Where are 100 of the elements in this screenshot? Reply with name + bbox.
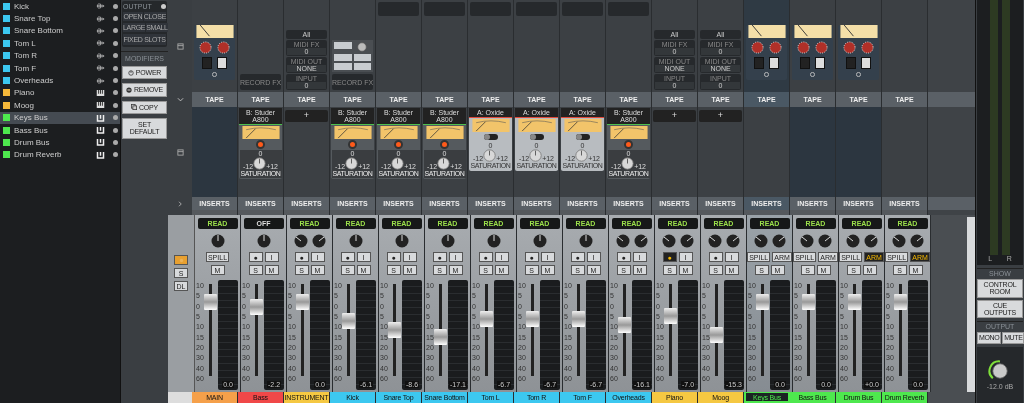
fader-thumb[interactable]: [618, 317, 631, 334]
gain-knob[interactable]: [751, 41, 764, 54]
fader-thumb[interactable]: [342, 312, 355, 329]
track-row[interactable]: Tom R: [0, 49, 120, 62]
saturation-knob[interactable]: [345, 157, 359, 170]
status-dot[interactable]: [113, 28, 118, 34]
toggle-switch[interactable]: [217, 57, 227, 69]
pan-knobs[interactable]: [439, 232, 456, 249]
knob-icon[interactable]: [357, 42, 368, 52]
track-row[interactable]: Keys Bus: [0, 111, 120, 124]
pan-knobs[interactable]: [798, 232, 833, 249]
track-row[interactable]: Drum Bus: [0, 136, 120, 149]
scrollbar[interactable]: [967, 217, 975, 392]
fader-thumb[interactable]: [894, 294, 907, 311]
fader-thumb[interactable]: [480, 310, 493, 327]
status-dot[interactable]: [113, 90, 118, 96]
pan-knobs[interactable]: [485, 232, 502, 249]
status-dot[interactable]: [113, 115, 118, 121]
track-row[interactable]: Piano: [0, 86, 120, 100]
fader-thumb[interactable]: [848, 294, 861, 311]
saturation-knob[interactable]: [253, 157, 267, 170]
status-dot[interactable]: [113, 102, 118, 108]
status-dot[interactable]: [113, 140, 118, 145]
track-row[interactable]: Overheads: [0, 74, 120, 87]
track-row[interactable]: Snare Bottom: [0, 24, 120, 38]
gain-knob[interactable]: [199, 41, 212, 54]
vu-meter: [517, 119, 556, 132]
fader-thumb[interactable]: [572, 310, 585, 327]
toggle-switch[interactable]: [202, 57, 212, 69]
waveform-icon: [96, 39, 105, 48]
panel-icon[interactable]: [176, 42, 184, 50]
pan-knobs[interactable]: [614, 232, 649, 249]
gain-knob[interactable]: [843, 41, 856, 54]
fader-thumb[interactable]: [664, 308, 677, 325]
keyboard-icon: [96, 101, 105, 110]
pan-knobs[interactable]: [393, 232, 410, 249]
pan-knobs[interactable]: [209, 232, 226, 249]
toggle-switch[interactable]: [483, 134, 498, 140]
fader-thumb[interactable]: [434, 329, 447, 346]
pan-knobs[interactable]: [255, 232, 272, 249]
logo-icon: [764, 72, 769, 77]
toggle-switch[interactable]: [769, 57, 779, 69]
track-row[interactable]: Bass Bus: [0, 123, 120, 137]
fader-thumb[interactable]: [756, 294, 769, 311]
add-plugin-button[interactable]: +: [699, 110, 742, 122]
add-plugin-button[interactable]: +: [653, 110, 696, 122]
toggle-switch[interactable]: [575, 134, 590, 140]
pan-knobs[interactable]: [706, 232, 741, 249]
status-dot[interactable]: [113, 152, 118, 158]
status-dot[interactable]: [113, 127, 118, 133]
status-dot[interactable]: [113, 78, 118, 84]
expand-chevron-icon[interactable]: [176, 200, 184, 207]
pan-knobs[interactable]: [890, 232, 925, 249]
pan-knobs[interactable]: [531, 232, 548, 249]
status-dot[interactable]: [113, 65, 118, 71]
pan-knobs[interactable]: [844, 232, 879, 249]
pan-knobs[interactable]: [660, 232, 695, 249]
toggle-switch[interactable]: [800, 57, 810, 69]
drum-pad[interactable]: [353, 54, 371, 61]
pan-knobs[interactable]: [347, 232, 364, 249]
toggle-switch[interactable]: [529, 134, 544, 140]
saturation-knob[interactable]: [437, 157, 451, 170]
track-row[interactable]: Kick: [0, 0, 120, 13]
link-button[interactable]: [174, 255, 188, 265]
fader-thumb[interactable]: [388, 322, 401, 338]
fader-thumb[interactable]: [710, 326, 723, 343]
track-row[interactable]: Tom L: [0, 37, 120, 50]
status-dot[interactable]: [113, 40, 118, 46]
pan-knobs[interactable]: [292, 232, 327, 249]
track-row[interactable]: Moog: [0, 99, 120, 112]
status-dot[interactable]: [113, 3, 118, 9]
panel-icon[interactable]: [176, 148, 184, 156]
fader-thumb[interactable]: [204, 294, 217, 311]
track-name: Bass Bus: [14, 125, 49, 135]
gain-knob[interactable]: [797, 41, 810, 54]
track-row[interactable]: Drum Reverb: [0, 148, 120, 162]
track-row[interactable]: Tom F: [0, 61, 120, 75]
track-name: Tom F: [14, 63, 38, 73]
status-dot[interactable]: [113, 53, 118, 59]
toggle-switch[interactable]: [754, 57, 764, 69]
waveform-icon: [96, 51, 105, 60]
fader-thumb[interactable]: [526, 310, 539, 327]
drum-pad[interactable]: [353, 63, 371, 70]
toggle-switch[interactable]: [861, 57, 871, 69]
link-icon: [178, 257, 184, 263]
add-plugin-button[interactable]: +: [285, 110, 328, 122]
pan-knobs[interactable]: [577, 232, 594, 249]
output-toggle[interactable]: [161, 4, 166, 9]
pan-knobs[interactable]: [752, 232, 787, 249]
toggle-switch[interactable]: [846, 57, 856, 69]
saturation-knob[interactable]: [621, 157, 635, 170]
track-row[interactable]: Snare Top: [0, 12, 120, 25]
track-name: Snare Top: [14, 14, 52, 24]
status-dot[interactable]: [113, 16, 118, 22]
fader-thumb[interactable]: [250, 299, 263, 315]
collapse-chevron-icon[interactable]: [176, 96, 184, 103]
fader-thumb[interactable]: [802, 294, 815, 311]
fader-thumb[interactable]: [296, 294, 309, 311]
saturation-knob[interactable]: [391, 157, 405, 170]
toggle-switch[interactable]: [815, 57, 825, 69]
